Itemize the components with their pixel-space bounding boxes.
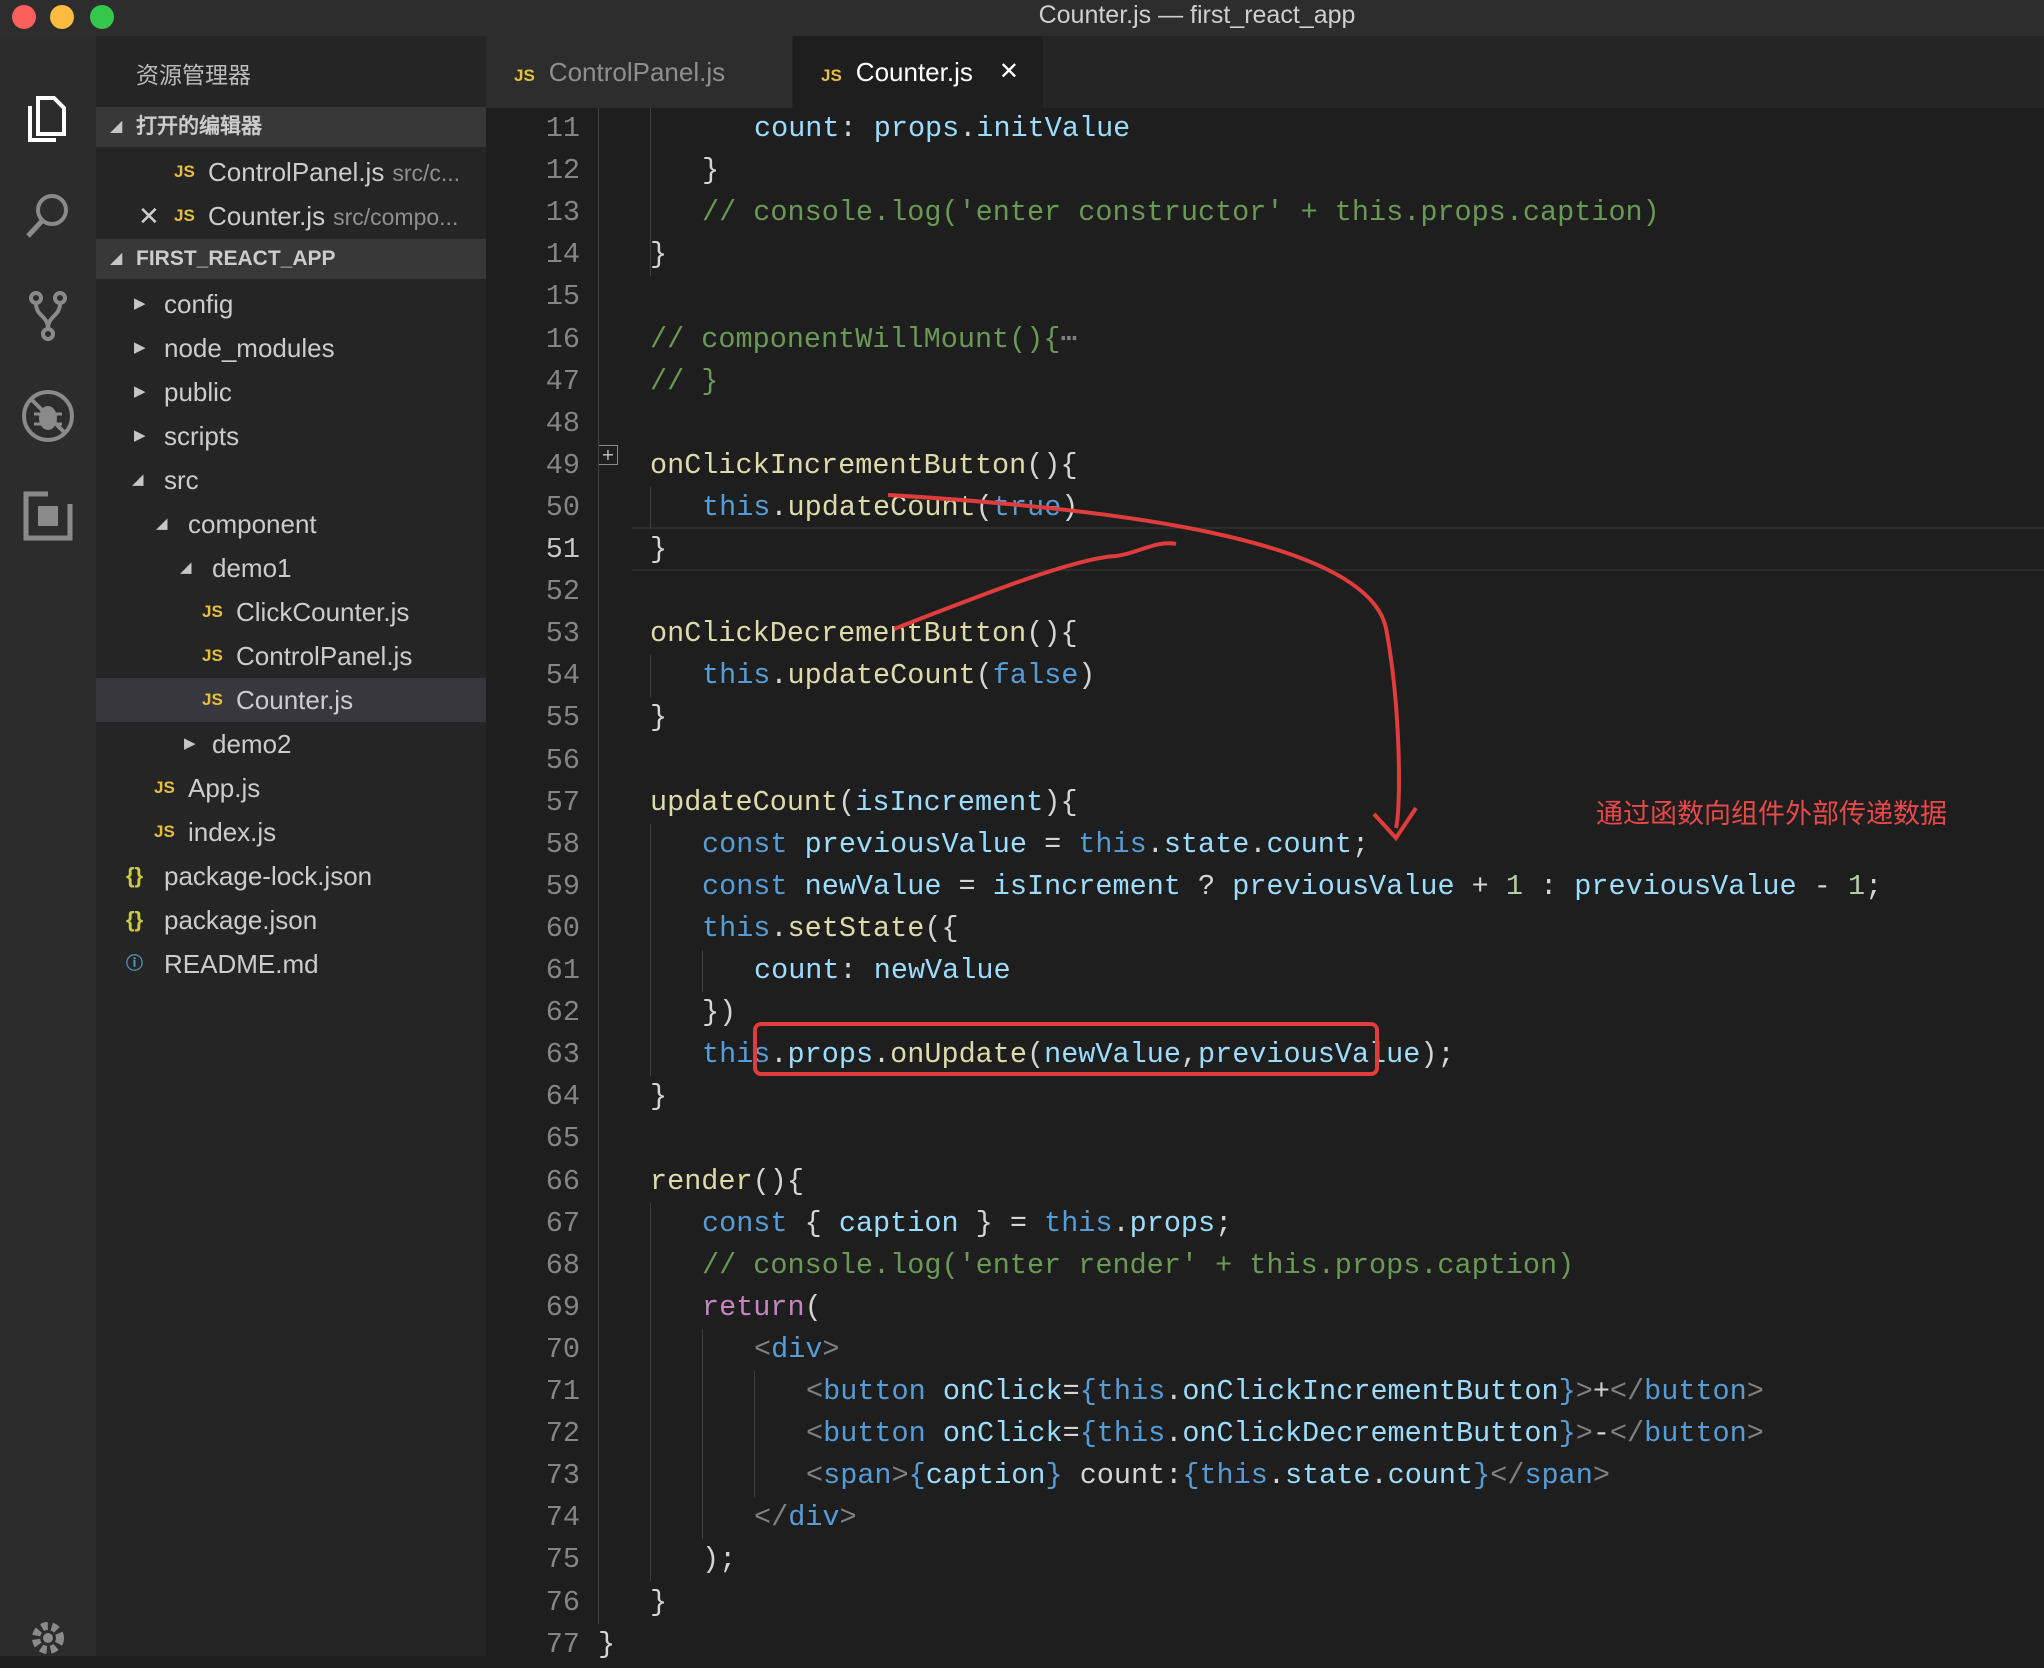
close-icon[interactable]: ✕: [138, 194, 160, 238]
tree-item-label: index.js: [188, 817, 277, 847]
tab-label: ControlPanel.js: [548, 57, 726, 87]
annotation-arrow-branch: [893, 541, 1177, 631]
tree-item-readme[interactable]: ⓘ README.md: [96, 942, 486, 986]
close-tab-icon[interactable]: ✕: [999, 36, 1019, 108]
tree-item-src[interactable]: ◢ src: [96, 458, 486, 502]
chevron-right-icon: ▶: [134, 383, 146, 400]
js-file-icon: JS: [154, 778, 175, 797]
title-bar: Counter.js — first_react_app: [0, 0, 2044, 37]
search-icon[interactable]: [18, 186, 78, 246]
tree-item-config[interactable]: ▶ config: [96, 282, 486, 326]
source-control-icon[interactable]: [18, 286, 78, 346]
tree-item-label: package-lock.json: [164, 861, 373, 891]
explorer-icon[interactable]: [18, 88, 78, 148]
tree-item-label: demo2: [212, 729, 292, 759]
tree-item-label: README.md: [164, 949, 319, 979]
tree-item-index[interactable]: JS index.js: [96, 810, 486, 854]
json-file-icon: {}: [126, 907, 144, 932]
chevron-right-icon: ▶: [134, 339, 146, 356]
tree-item-label: Counter.js: [236, 685, 354, 715]
gear-icon[interactable]: [18, 1608, 78, 1668]
tree-item-counter[interactable]: JS Counter.js: [96, 678, 486, 722]
tab-counter[interactable]: JS Counter.js ✕: [793, 36, 1043, 108]
chevron-right-icon: ▶: [134, 295, 146, 312]
project-folder-label: FIRST_REACT_APP: [136, 247, 336, 270]
tree-item-label: demo1: [212, 553, 292, 583]
open-editor-name: Counter.js: [208, 201, 326, 231]
js-file-icon: JS: [514, 66, 535, 85]
js-file-icon: JS: [154, 822, 175, 841]
annotation-arrow-curve: [887, 493, 1401, 829]
js-file-icon: JS: [821, 66, 842, 85]
js-file-icon: JS: [174, 206, 195, 225]
open-editor-item[interactable]: ✕ JS Counter.js src/compo...: [96, 194, 486, 238]
extensions-icon[interactable]: [18, 486, 78, 546]
tree-item-public[interactable]: ▶ public: [96, 370, 486, 414]
js-file-icon: JS: [174, 162, 195, 181]
open-editors-header[interactable]: ◢ 打开的编辑器: [96, 107, 486, 147]
window-title: Counter.js — first_react_app: [1038, 1, 1356, 29]
explorer-sidebar: 资源管理器 ◢ 打开的编辑器 JS ControlPanel.js src/c..…: [96, 36, 486, 1656]
tree-item-demo2[interactable]: ▶ demo2: [96, 722, 486, 766]
activity-bar: [0, 36, 96, 1656]
tree-item-label: component: [188, 509, 317, 539]
js-file-icon: JS: [202, 690, 223, 709]
tree-item-scripts[interactable]: ▶ scripts: [96, 414, 486, 458]
tree-item-package-lock[interactable]: {} package-lock.json: [96, 854, 486, 898]
js-file-icon: JS: [202, 602, 223, 621]
code-editor[interactable]: 11 12 13 14 15 16 47 48 49 50 51 52 53 54 55 56 57 58 59 60…: [486, 108, 2044, 1661]
tree-item-label: package.json: [164, 905, 318, 935]
open-editor-path: src/c...: [392, 160, 461, 186]
highlight-box: [753, 1022, 1379, 1076]
tree-item-label: scripts: [164, 421, 240, 451]
json-file-icon: {}: [126, 863, 144, 888]
project-folder-header[interactable]: ◢ FIRST_REACT_APP: [96, 239, 486, 279]
open-editor-name: ControlPanel.js: [208, 157, 385, 187]
open-editor-item[interactable]: JS ControlPanel.js src/c...: [96, 150, 486, 194]
chevron-down-icon: ◢: [156, 515, 168, 532]
open-editor-path: src/compo...: [333, 204, 459, 230]
tree-item-node-modules[interactable]: ▶ node_modules: [96, 326, 486, 370]
info-icon: ⓘ: [126, 954, 143, 973]
tree-item-controlpanel[interactable]: JS ControlPanel.js: [96, 634, 486, 678]
annotation-overlay: [753, 493, 1418, 1076]
tree-item-clickcounter[interactable]: JS ClickCounter.js: [96, 590, 486, 634]
chevron-down-icon: ◢: [110, 118, 123, 135]
tree-item-demo1[interactable]: ◢ demo1: [96, 546, 486, 590]
tree-item-label: src: [164, 465, 199, 495]
chevron-down-icon: ◢: [180, 559, 192, 576]
tree-item-label: ClickCounter.js: [236, 597, 410, 627]
chevron-down-icon: ◢: [110, 250, 123, 267]
debug-icon[interactable]: [18, 386, 78, 446]
tab-label: Counter.js: [855, 57, 973, 87]
tree-item-label: public: [164, 377, 232, 407]
tab-bar: JS ControlPanel.js JS Counter.js ✕: [486, 36, 2044, 108]
tree-item-package-json[interactable]: {} package.json: [96, 898, 486, 942]
tree-item-label: config: [164, 289, 234, 319]
chevron-right-icon: ▶: [184, 735, 196, 752]
chevron-down-icon: ◢: [132, 471, 144, 488]
js-file-icon: JS: [202, 646, 223, 665]
open-editors-label: 打开的编辑器: [136, 115, 262, 138]
tree-item-component[interactable]: ◢ component: [96, 502, 486, 546]
chevron-right-icon: ▶: [134, 427, 146, 444]
tree-item-app[interactable]: JS App.js: [96, 766, 486, 810]
tab-controlpanel[interactable]: JS ControlPanel.js: [486, 36, 792, 108]
tree-item-label: App.js: [188, 773, 261, 803]
sidebar-title: 资源管理器: [136, 62, 251, 88]
tree-item-label: ControlPanel.js: [236, 641, 413, 671]
tree-item-label: node_modules: [164, 333, 335, 363]
